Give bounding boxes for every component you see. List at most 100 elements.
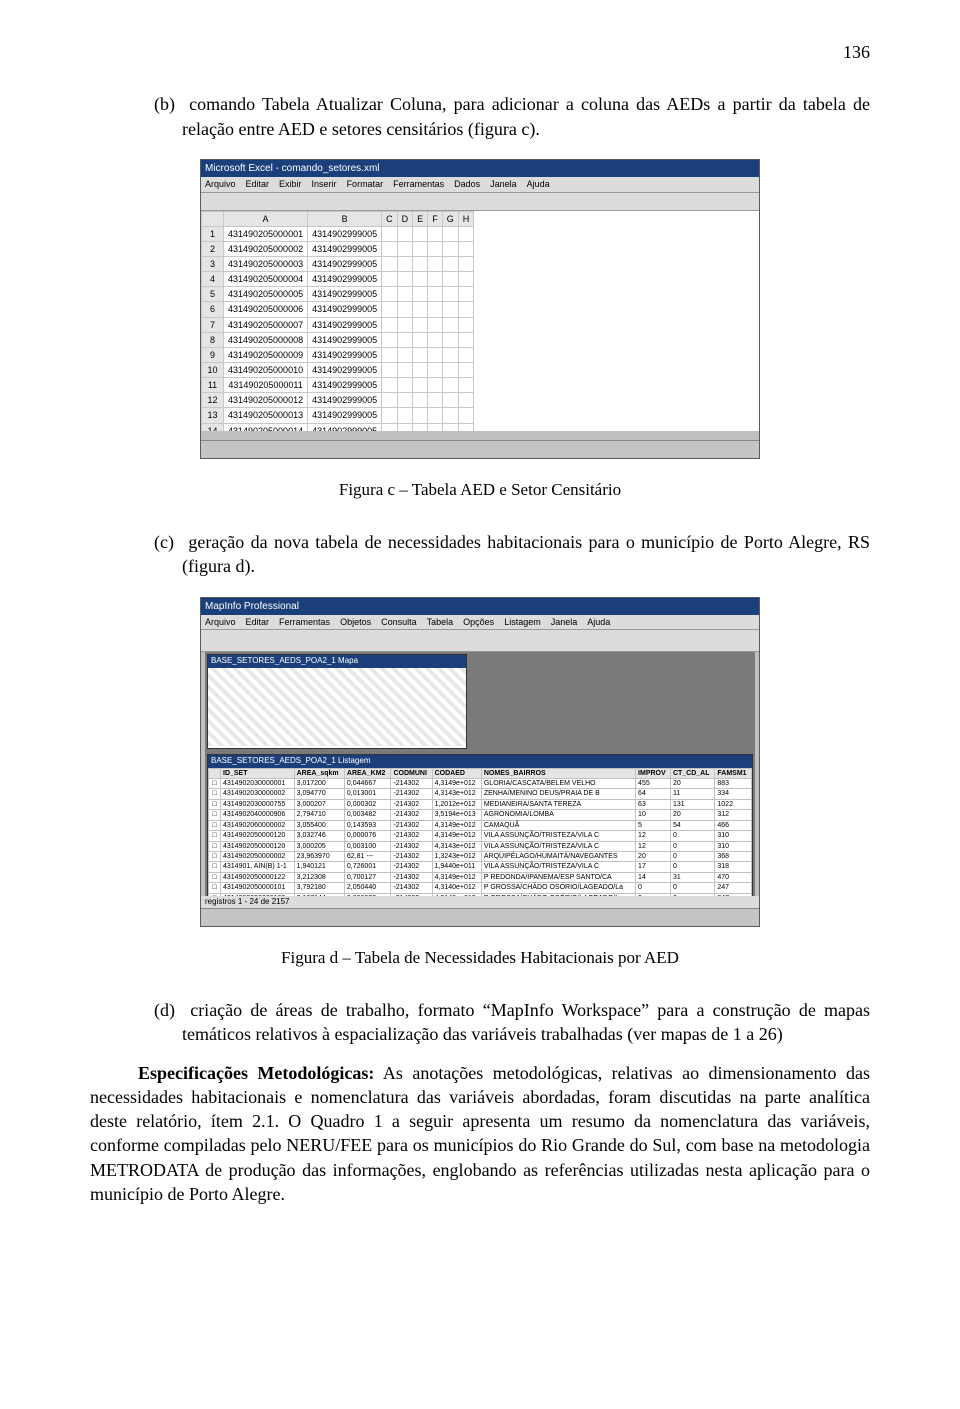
excel-cell[interactable]: 4314902999005 [308, 241, 382, 256]
excel-cell[interactable] [458, 241, 474, 256]
excel-cell[interactable] [458, 226, 474, 241]
excel-cell[interactable]: 4314902999005 [308, 317, 382, 332]
mi-menu-item[interactable]: Objetos [340, 616, 371, 628]
excel-cell[interactable] [397, 256, 413, 271]
excel-cell[interactable]: 431490205000002 [224, 241, 308, 256]
excel-cell[interactable] [413, 423, 428, 431]
excel-cell[interactable] [442, 408, 458, 423]
excel-cell[interactable] [442, 226, 458, 241]
excel-cell[interactable] [397, 347, 413, 362]
excel-cell[interactable] [382, 302, 398, 317]
excel-cell[interactable]: 431490205000012 [224, 393, 308, 408]
excel-cell[interactable] [428, 378, 443, 393]
excel-col-header[interactable]: D [397, 211, 413, 226]
mi-col-header[interactable] [209, 768, 221, 778]
excel-cell[interactable]: 431490205000010 [224, 362, 308, 377]
excel-cell[interactable] [382, 317, 398, 332]
excel-cell[interactable] [428, 393, 443, 408]
excel-cell[interactable]: 4314902999005 [308, 226, 382, 241]
excel-cell[interactable] [382, 226, 398, 241]
excel-cell[interactable]: 431490205000004 [224, 272, 308, 287]
mi-menu-item[interactable]: Arquivo [205, 616, 236, 628]
excel-cell[interactable] [458, 408, 474, 423]
mi-row-selector[interactable]: □ [209, 789, 221, 799]
excel-cell[interactable] [382, 332, 398, 347]
excel-cell[interactable] [382, 256, 398, 271]
mi-row-selector[interactable]: □ [209, 852, 221, 862]
excel-cell[interactable] [397, 317, 413, 332]
excel-cell[interactable] [458, 272, 474, 287]
mi-row-selector[interactable]: □ [209, 799, 221, 809]
mi-row-selector[interactable]: □ [209, 862, 221, 872]
excel-cell[interactable] [397, 332, 413, 347]
excel-cell[interactable] [397, 408, 413, 423]
excel-cell[interactable] [458, 287, 474, 302]
excel-cell[interactable] [397, 272, 413, 287]
excel-cell[interactable] [458, 332, 474, 347]
excel-row-header[interactable]: 8 [202, 332, 224, 347]
excel-cell[interactable]: 431490205000009 [224, 347, 308, 362]
excel-cell[interactable]: 431490205000014 [224, 423, 308, 431]
excel-cell[interactable] [458, 362, 474, 377]
mi-menu-item[interactable]: Ferramentas [279, 616, 330, 628]
excel-cell[interactable]: 4314902999005 [308, 256, 382, 271]
excel-row-header[interactable]: 2 [202, 241, 224, 256]
excel-cell[interactable] [428, 241, 443, 256]
excel-cell[interactable] [428, 408, 443, 423]
excel-cell[interactable] [413, 378, 428, 393]
excel-col-header[interactable]: C [382, 211, 398, 226]
excel-cell[interactable] [428, 347, 443, 362]
excel-cell[interactable]: 431490205000011 [224, 378, 308, 393]
excel-col-header[interactable]: H [458, 211, 474, 226]
excel-cell[interactable] [428, 272, 443, 287]
mi-menu-item[interactable]: Editar [246, 616, 270, 628]
excel-cell[interactable] [413, 347, 428, 362]
excel-cell[interactable]: 431490205000013 [224, 408, 308, 423]
excel-cell[interactable]: 4314902999005 [308, 287, 382, 302]
mi-menu-item[interactable]: Tabela [427, 616, 454, 628]
excel-cell[interactable] [428, 287, 443, 302]
excel-menu-item[interactable]: Ferramentas [393, 178, 444, 190]
excel-cell[interactable] [397, 226, 413, 241]
excel-cell[interactable]: 431490205000003 [224, 256, 308, 271]
mi-col-header[interactable]: AREA_sqkm [294, 768, 344, 778]
excel-col-header[interactable]: G [442, 211, 458, 226]
excel-cell[interactable] [413, 241, 428, 256]
excel-cell[interactable] [382, 241, 398, 256]
excel-cell[interactable] [413, 302, 428, 317]
excel-row-header[interactable]: 4 [202, 272, 224, 287]
mi-row-selector[interactable]: □ [209, 810, 221, 820]
mi-col-header[interactable]: ID_SET [221, 768, 295, 778]
mi-row-selector[interactable]: □ [209, 872, 221, 882]
excel-row-header[interactable]: 5 [202, 287, 224, 302]
mi-row-selector[interactable]: □ [209, 831, 221, 841]
excel-cell[interactable] [413, 332, 428, 347]
mi-menu-item[interactable]: Consulta [381, 616, 417, 628]
excel-cell[interactable] [397, 393, 413, 408]
excel-col-header[interactable] [202, 211, 224, 226]
excel-cell[interactable] [442, 332, 458, 347]
excel-menu-item[interactable]: Dados [454, 178, 480, 190]
excel-row-header[interactable]: 10 [202, 362, 224, 377]
excel-cell[interactable] [458, 302, 474, 317]
mi-col-header[interactable]: CODAED [432, 768, 481, 778]
mi-col-header[interactable]: AREA_KM2 [344, 768, 391, 778]
excel-cell[interactable]: 4314902999005 [308, 362, 382, 377]
excel-cell[interactable] [382, 272, 398, 287]
excel-menu-item[interactable]: Ajuda [527, 178, 550, 190]
excel-menu-item[interactable]: Editar [246, 178, 270, 190]
excel-cell[interactable] [458, 347, 474, 362]
excel-cell[interactable] [413, 393, 428, 408]
excel-cell[interactable]: 4314902999005 [308, 378, 382, 393]
mi-col-header[interactable]: CT_CD_AL [670, 768, 714, 778]
excel-cell[interactable] [413, 287, 428, 302]
excel-cell[interactable] [442, 362, 458, 377]
excel-row-header[interactable]: 3 [202, 256, 224, 271]
excel-cell[interactable] [428, 362, 443, 377]
excel-cell[interactable] [397, 423, 413, 431]
excel-cell[interactable]: 4314902999005 [308, 272, 382, 287]
excel-cell[interactable] [442, 241, 458, 256]
excel-cell[interactable] [442, 393, 458, 408]
excel-cell[interactable]: 431490205000007 [224, 317, 308, 332]
excel-menu-item[interactable]: Exibir [279, 178, 302, 190]
